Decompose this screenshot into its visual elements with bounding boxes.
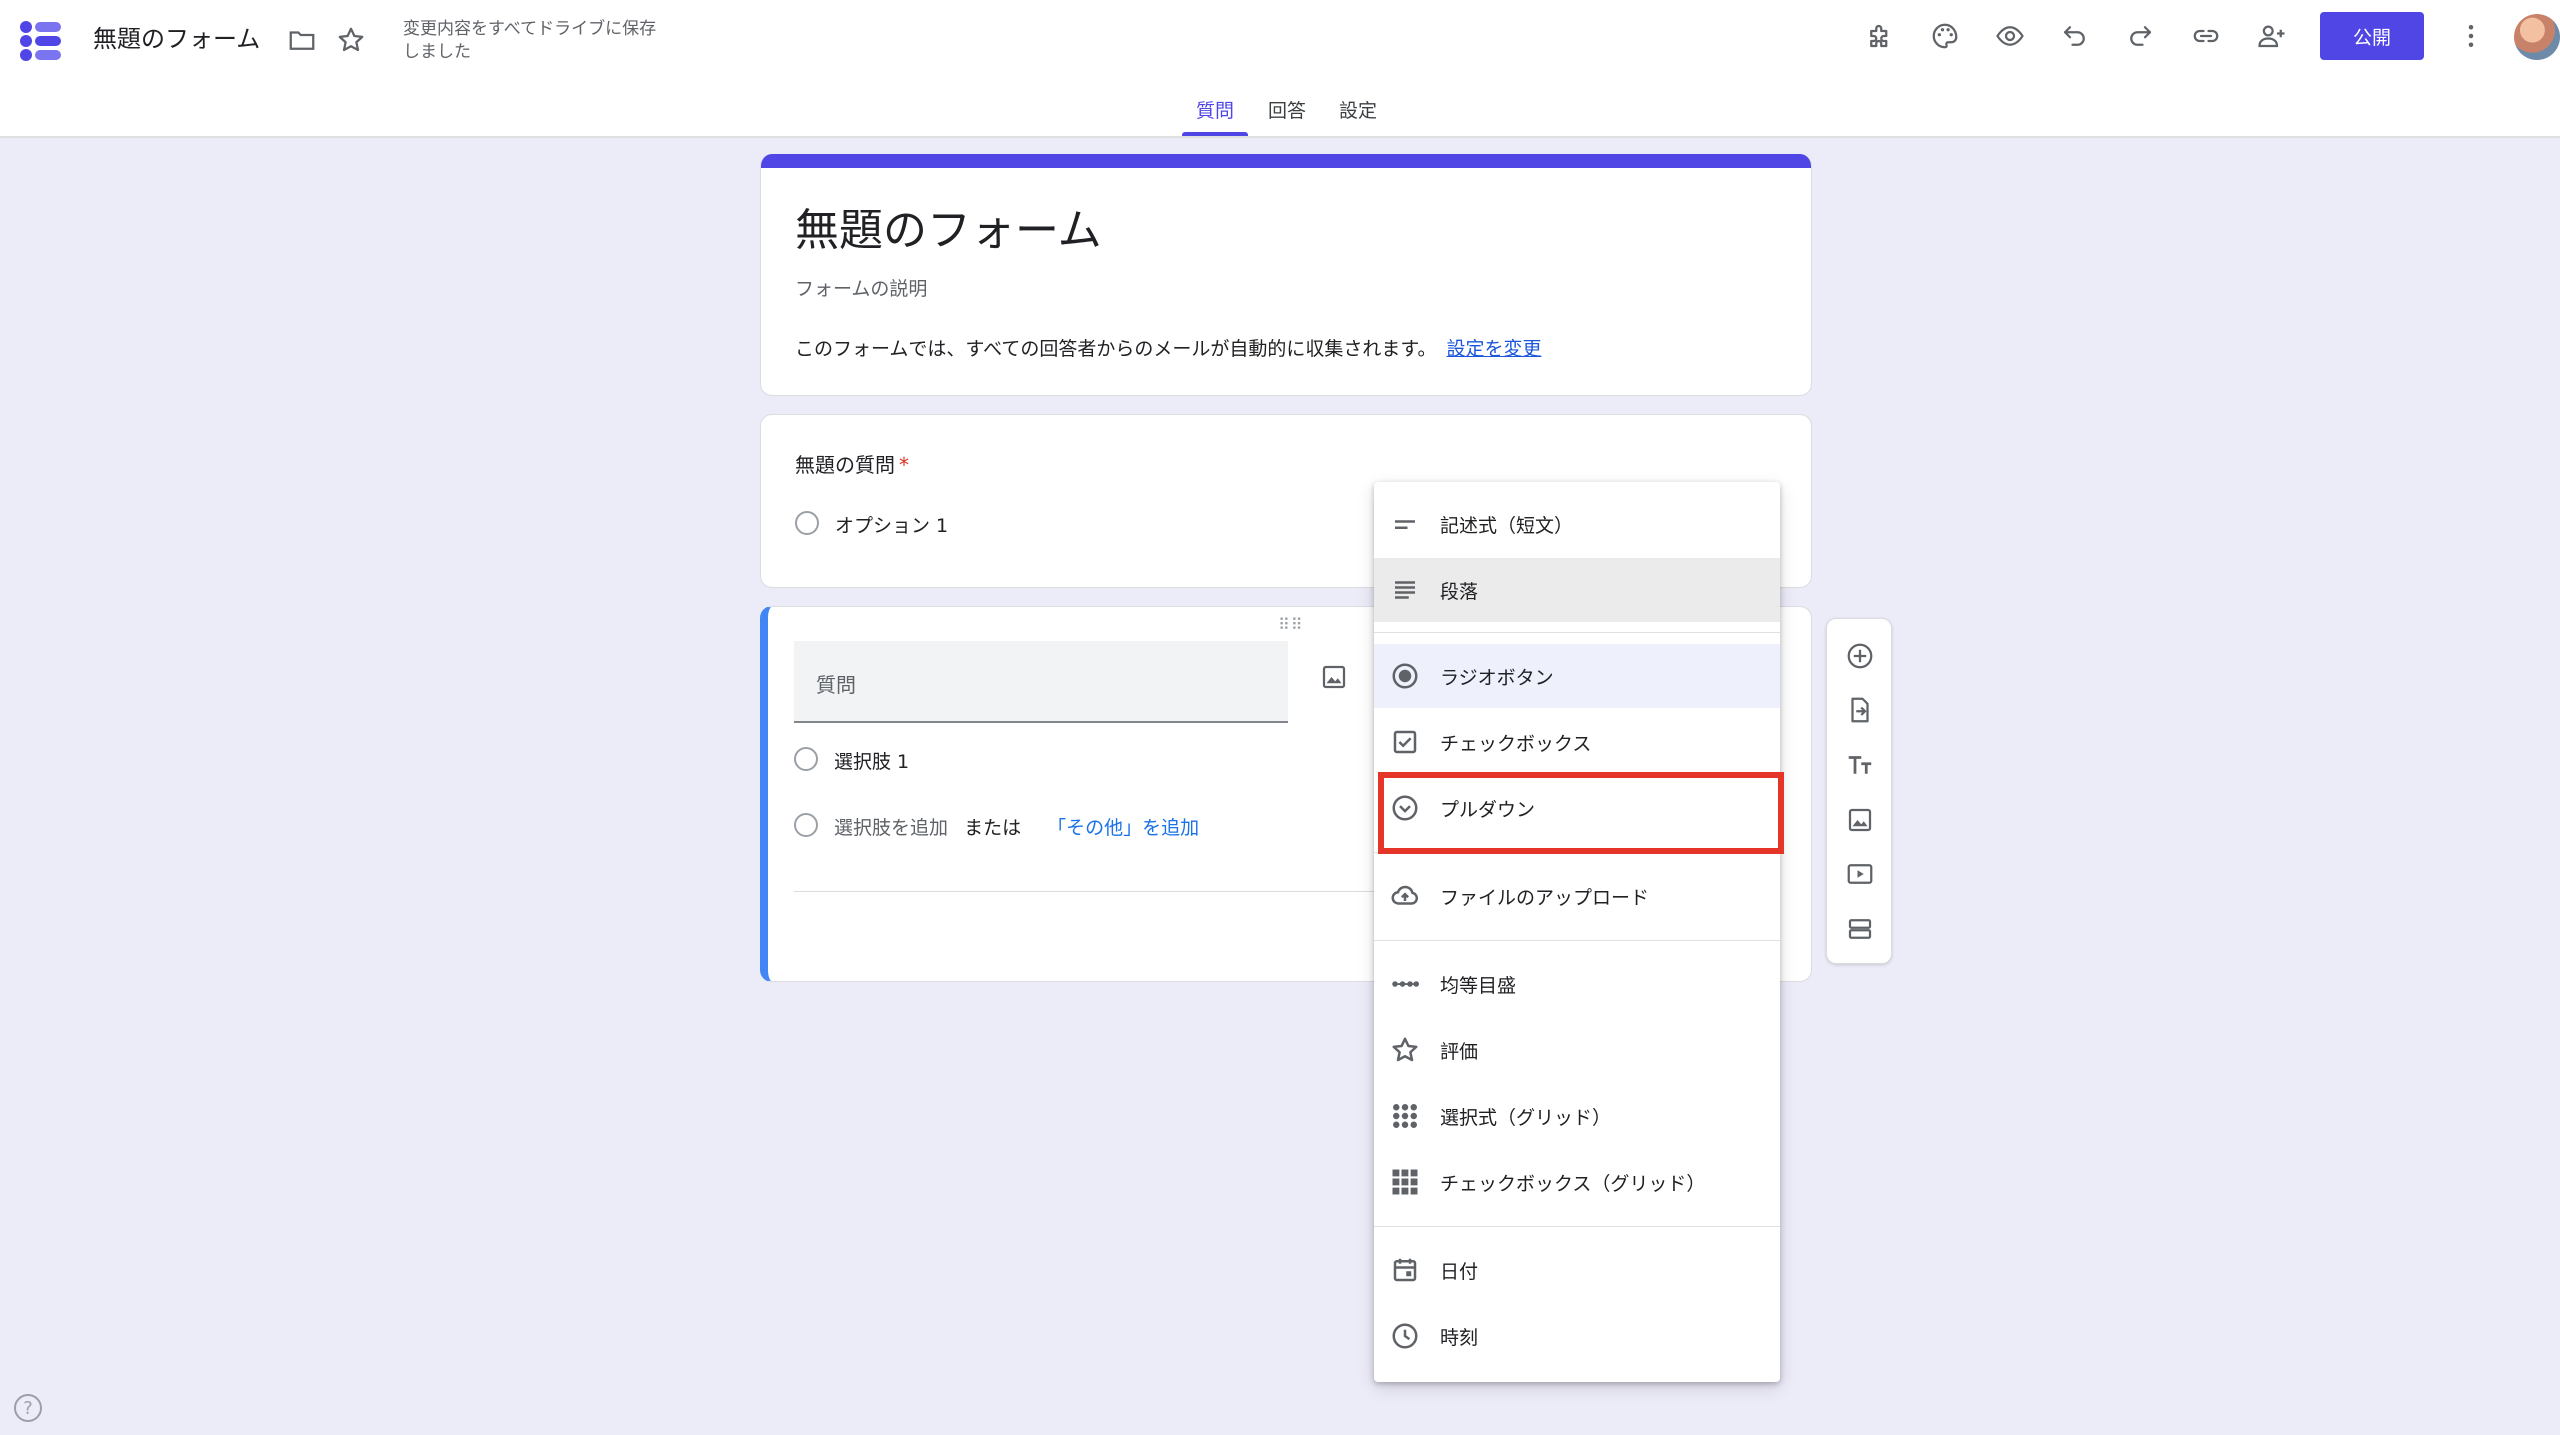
checkbox-icon <box>1388 725 1422 759</box>
add-option-button[interactable]: 選択肢を追加 <box>834 817 948 839</box>
add-other-button[interactable]: 「その他」を追加 <box>1047 817 1199 839</box>
highlight-annotation <box>1378 772 1784 854</box>
more-vert-icon[interactable] <box>2451 16 2491 56</box>
calendar-icon <box>1388 1253 1422 1287</box>
question-input[interactable]: 質問 <box>794 641 1288 723</box>
preview-icon[interactable] <box>1990 16 2030 56</box>
menu-item-multiple-choice-grid[interactable]: 選択式（グリッド） <box>1374 1084 1780 1148</box>
paragraph-icon <box>1388 573 1422 607</box>
change-settings-link[interactable]: 設定を変更 <box>1446 338 1541 360</box>
menu-item-label: 均等目盛 <box>1440 974 1517 997</box>
add-image-icon[interactable] <box>1314 657 1354 697</box>
menu-item-label: チェックボックス <box>1440 732 1592 755</box>
form-title-card[interactable]: 無題のフォーム フォームの説明 このフォームでは、すべての回答者からのメールが自… <box>760 154 1812 396</box>
palette-icon[interactable] <box>1925 16 1965 56</box>
add-title-icon[interactable] <box>1839 744 1881 786</box>
menu-item-paragraph[interactable]: 段落 <box>1374 558 1780 622</box>
addon-icon[interactable] <box>1860 16 1900 56</box>
publish-button[interactable]: 公開 <box>2320 12 2424 60</box>
required-asterisk: * <box>899 453 909 477</box>
menu-divider <box>1374 940 1780 941</box>
star-icon <box>1388 1033 1422 1067</box>
help-icon[interactable]: ? <box>14 1394 42 1422</box>
add-image-icon[interactable] <box>1839 799 1881 841</box>
menu-item-date[interactable]: 日付 <box>1374 1238 1780 1302</box>
app-header: 無題のフォーム 変更内容をすべてドライブに保存しました 公開 質問 回答 設定 <box>0 0 2560 138</box>
question-input-placeholder: 質問 <box>816 673 856 697</box>
menu-item-checkbox-grid[interactable]: チェックボックス（グリッド） <box>1374 1150 1780 1214</box>
menu-item-label: 時刻 <box>1440 1326 1479 1349</box>
drag-handle-icon[interactable]: ⠿⠿ <box>1278 615 1303 634</box>
grid-squares-icon <box>1388 1165 1422 1199</box>
add-collaborator-icon[interactable] <box>2252 16 2292 56</box>
menu-item-label: 段落 <box>1440 580 1479 603</box>
form-title[interactable]: 無題のフォーム <box>795 194 1102 258</box>
menu-item-file-upload[interactable]: ファイルのアップロード <box>1374 864 1780 928</box>
menu-item-label: 日付 <box>1440 1260 1479 1283</box>
title-card-accent <box>761 154 1811 168</box>
linear-scale-icon <box>1388 967 1422 1001</box>
cloud-upload-icon <box>1388 879 1422 913</box>
add-video-icon[interactable] <box>1839 853 1881 895</box>
radio-option-add <box>794 813 818 837</box>
or-label: または <box>964 817 1022 839</box>
star-icon[interactable] <box>331 20 371 60</box>
question-type-menu: 記述式（短文） 段落 ラジオボタン チェックボックス プルダウン ファイルのアッ… <box>1374 482 1780 1382</box>
add-option-row: 選択肢を追加 または 「その他」を追加 <box>834 813 1199 840</box>
question-footer-divider <box>794 891 1394 892</box>
tab-settings[interactable]: 設定 <box>1325 96 1391 138</box>
radio-button-icon <box>1388 659 1422 693</box>
radio-option[interactable] <box>794 747 818 771</box>
option-label: オプション 1 <box>835 515 949 537</box>
folder-icon[interactable] <box>282 20 322 60</box>
menu-divider <box>1374 1226 1780 1227</box>
form-description-field[interactable]: フォームの説明 <box>795 274 927 301</box>
avatar[interactable] <box>2514 14 2560 60</box>
email-note-text: このフォームでは、すべての回答者からのメールが自動的に収集されます。 <box>795 338 1437 360</box>
save-status: 変更内容をすべてドライブに保存しました <box>403 19 657 62</box>
menu-item-rating[interactable]: 評価 <box>1374 1018 1780 1082</box>
document-title[interactable]: 無題のフォーム <box>93 22 260 56</box>
menu-item-label: 記述式（短文） <box>1440 514 1574 537</box>
question-title: 無題の質問 * <box>795 449 909 478</box>
menu-item-radio[interactable]: ラジオボタン <box>1374 644 1780 708</box>
add-question-icon[interactable] <box>1839 635 1881 677</box>
tab-responses[interactable]: 回答 <box>1254 96 1320 138</box>
add-section-icon[interactable] <box>1839 908 1881 950</box>
menu-item-label: ファイルのアップロード <box>1440 886 1650 909</box>
menu-item-label: チェックボックス（グリッド） <box>1440 1172 1706 1195</box>
menu-item-label: 選択式（グリッド） <box>1440 1106 1612 1129</box>
link-icon[interactable] <box>2186 16 2226 56</box>
menu-item-time[interactable]: 時刻 <box>1374 1304 1780 1368</box>
menu-divider <box>1374 632 1780 633</box>
active-tab-indicator <box>1182 132 1248 136</box>
question-title-text: 無題の質問 <box>795 453 895 477</box>
redo-icon[interactable] <box>2120 16 2160 56</box>
menu-item-linear-scale[interactable]: 均等目盛 <box>1374 952 1780 1016</box>
menu-item-short-answer[interactable]: 記述式（短文） <box>1374 492 1780 556</box>
email-collection-note: このフォームでは、すべての回答者からのメールが自動的に収集されます。 設定を変更 <box>795 334 1541 361</box>
undo-icon[interactable] <box>2055 16 2095 56</box>
option-label[interactable]: 選択肢 1 <box>834 747 909 774</box>
menu-item-checkbox[interactable]: チェックボックス <box>1374 710 1780 774</box>
forms-logo-icon[interactable] <box>18 18 64 64</box>
tab-bar: 質問 回答 設定 <box>0 96 2560 138</box>
floating-toolbar <box>1826 618 1892 964</box>
radio-option[interactable] <box>795 511 819 535</box>
import-questions-icon[interactable] <box>1839 689 1881 731</box>
grid-dots-icon <box>1388 1099 1422 1133</box>
menu-item-label: ラジオボタン <box>1440 666 1554 689</box>
short-text-icon <box>1388 507 1422 541</box>
clock-icon <box>1388 1319 1422 1353</box>
menu-item-label: 評価 <box>1440 1040 1479 1063</box>
